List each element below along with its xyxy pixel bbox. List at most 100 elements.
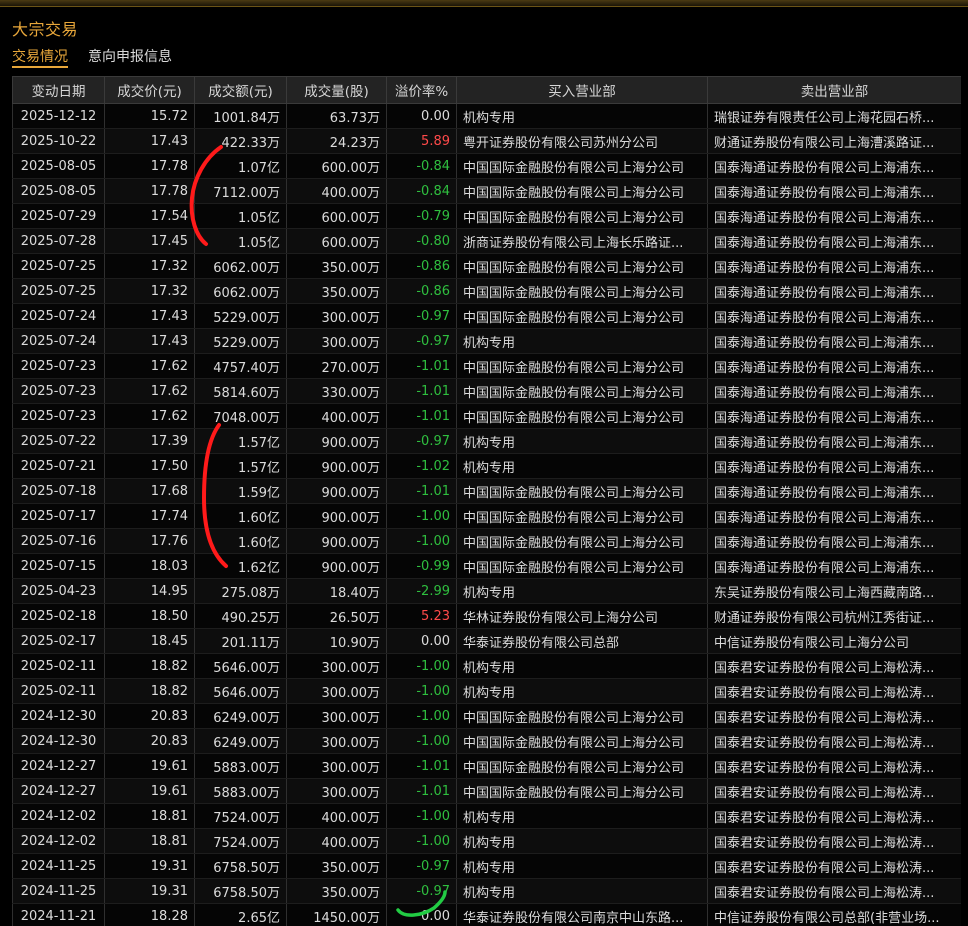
table-row[interactable]: 2024-11-25 19.31 6758.50万 350.00万 -0.97 机构专用国… [12,878,961,904]
cell-volume: 900.00万 [286,528,387,554]
tab-trade-status[interactable]: 交易情况 [12,46,68,68]
cell-buyer: 机构专用 [456,453,708,479]
cell-price: 18.82 [104,678,195,704]
cell-amount: 1.05亿 [194,203,287,229]
cell-volume: 350.00万 [286,278,387,304]
table-row[interactable]: 2024-12-02 18.81 7524.00万 400.00万 -1.00 机构专用国… [12,803,961,829]
cell-buyer: 浙商证券股份有限公司上海长乐路证... [456,228,708,254]
cell-buyer: 中国国际金融股份有限公司上海分公司 [456,353,708,379]
cell-premium: -0.86 [386,253,457,279]
table-row[interactable]: 2025-02-18 18.50 490.25万 26.50万 5.23 华林证券股份有限… [12,603,961,629]
cell-date: 2025-02-11 [12,653,105,679]
table-row[interactable]: 2024-12-27 19.61 5883.00万 300.00万 -1.01 中国国际金… [12,753,961,779]
cell-volume: 900.00万 [286,478,387,504]
cell-premium: -0.80 [386,228,457,254]
page-title: 大宗交易 [12,20,79,39]
cell-premium: -1.01 [386,403,457,429]
cell-price: 17.76 [104,528,195,554]
cell-price: 18.50 [104,603,195,629]
cell-seller: 国泰海通证券股份有限公司上海浦东... [707,203,961,229]
table-row[interactable]: 2025-07-24 17.43 5229.00万 300.00万 -0.97 中国国际金… [12,303,961,329]
cell-buyer: 中国国际金融股份有限公司上海分公司 [456,478,708,504]
table-row[interactable]: 2025-02-11 18.82 5646.00万 300.00万 -1.00 机构专用国… [12,678,961,704]
table-row[interactable]: 2025-07-16 17.76 1.60亿 900.00万 -1.00 中国国际金融股份… [12,528,961,554]
cell-date: 2025-07-29 [12,203,105,229]
table-row[interactable]: 2024-11-21 18.28 2.65亿 1450.00万 0.00 华泰证券股份有限… [12,903,961,926]
cell-date: 2024-12-02 [12,803,105,829]
cell-price: 17.32 [104,253,195,279]
cell-volume: 900.00万 [286,553,387,579]
table-row[interactable]: 2025-07-23 17.62 4757.40万 270.00万 -1.01 中国国际金… [12,353,961,379]
cell-date: 2024-12-02 [12,828,105,854]
table-row[interactable]: 2025-07-23 17.62 5814.60万 330.00万 -1.01 中国国际金… [12,378,961,404]
column-header-seller[interactable]: 卖出营业部 [707,76,961,104]
cell-buyer: 中国国际金融股份有限公司上海分公司 [456,553,708,579]
column-header-price[interactable]: 成交价(元) [104,76,195,104]
cell-amount: 490.25万 [194,603,287,629]
tab-intent-declaration[interactable]: 意向申报信息 [88,46,172,68]
cell-price: 20.83 [104,703,195,729]
table-row[interactable]: 2025-07-21 17.50 1.57亿 900.00万 -1.02 机构专用 国泰海通… [12,453,961,479]
cell-premium: 5.89 [386,128,457,154]
cell-volume: 350.00万 [286,878,387,904]
table-row[interactable]: 2025-07-15 18.03 1.62亿 900.00万 -0.99 中国国际金融股份… [12,553,961,579]
column-header-volume[interactable]: 成交量(股) [286,76,387,104]
cell-seller: 国泰海通证券股份有限公司上海浦东... [707,453,961,479]
column-header-amount[interactable]: 成交额(元) [194,76,287,104]
table-row[interactable]: 2025-10-22 17.43 422.33万 24.23万 5.89 粤开证券股份有限… [12,128,961,154]
table-row[interactable]: 2024-11-25 19.31 6758.50万 350.00万 -0.97 机构专用国… [12,853,961,879]
table-row[interactable]: 2025-07-25 17.32 6062.00万 350.00万 -0.86 中国国际金… [12,278,961,304]
cell-volume: 24.23万 [286,128,387,154]
cell-amount: 422.33万 [194,128,287,154]
cell-price: 19.61 [104,753,195,779]
table-row[interactable]: 2025-08-05 17.78 7112.00万 400.00万 -0.84 中国国际金… [12,178,961,204]
cell-buyer: 机构专用 [456,328,708,354]
column-header-premium[interactable]: 溢价率% [386,76,457,104]
cell-volume: 300.00万 [286,653,387,679]
cell-date: 2025-07-21 [12,453,105,479]
table-row[interactable]: 2025-07-17 17.74 1.60亿 900.00万 -1.00 中国国际金融股份… [12,503,961,529]
table-row[interactable]: 2024-12-30 20.83 6249.00万 300.00万 -1.00 中国国际金… [12,728,961,754]
cell-buyer: 粤开证券股份有限公司苏州分公司 [456,128,708,154]
cell-date: 2025-07-24 [12,303,105,329]
column-header-date[interactable]: 变动日期 [12,76,105,104]
cell-seller: 国泰海通证券股份有限公司上海浦东... [707,153,961,179]
table-row[interactable]: 2025-07-24 17.43 5229.00万 300.00万 -0.97 机构专用国… [12,328,961,354]
cell-price: 17.43 [104,303,195,329]
cell-amount: 5229.00万 [194,303,287,329]
table-row[interactable]: 2024-12-30 20.83 6249.00万 300.00万 -1.00 中国国际金… [12,703,961,729]
cell-amount: 6758.50万 [194,878,287,904]
cell-volume: 400.00万 [286,403,387,429]
table-row[interactable]: 2025-07-25 17.32 6062.00万 350.00万 -0.86 中国国际金… [12,253,961,279]
cell-price: 17.50 [104,453,195,479]
table-row[interactable]: 2025-07-23 17.62 7048.00万 400.00万 -1.01 中国国际金… [12,403,961,429]
block-trade-table-container[interactable]: 变动日期 成交价(元) 成交额(元) 成交量(股) 溢价率% 买入营业部 卖出营… [12,76,961,926]
table-row[interactable]: 2024-12-02 18.81 7524.00万 400.00万 -1.00 机构专用国… [12,828,961,854]
table-row[interactable]: 2025-07-22 17.39 1.57亿 900.00万 -0.97 机构专用 国泰海通… [12,428,961,454]
cell-volume: 26.50万 [286,603,387,629]
table-row[interactable]: 2025-07-29 17.54 1.05亿 600.00万 -0.79 中国国际金融股份… [12,203,961,229]
table-row[interactable]: 2025-12-12 15.72 1001.84万 63.73万 0.00 机构专用 瑞银证… [12,103,961,129]
cell-seller: 国泰君安证券股份有限公司上海松涛... [707,703,961,729]
block-trade-table: 变动日期 成交价(元) 成交额(元) 成交量(股) 溢价率% 买入营业部 卖出营… [12,76,961,926]
cell-seller: 国泰君安证券股份有限公司上海松涛... [707,753,961,779]
cell-date: 2024-12-30 [12,728,105,754]
table-row[interactable]: 2025-07-18 17.68 1.59亿 900.00万 -1.01 中国国际金融股份… [12,478,961,504]
table-row[interactable]: 2025-07-28 17.45 1.05亿 600.00万 -0.80 浙商证券股份有限… [12,228,961,254]
cell-price: 18.03 [104,553,195,579]
table-row[interactable]: 2025-08-05 17.78 1.07亿 600.00万 -0.84 中国国际金融股份… [12,153,961,179]
cell-seller: 国泰海通证券股份有限公司上海浦东... [707,328,961,354]
cell-seller: 中信证券股份有限公司总部(非营业场... [707,903,961,926]
column-header-buyer[interactable]: 买入营业部 [456,76,708,104]
table-row[interactable]: 2025-02-11 18.82 5646.00万 300.00万 -1.00 机构专用国… [12,653,961,679]
cell-amount: 275.08万 [194,578,287,604]
table-row[interactable]: 2024-12-27 19.61 5883.00万 300.00万 -1.01 中国国际金… [12,778,961,804]
table-row[interactable]: 2025-04-23 14.95 275.08万 18.40万 -2.99 机构专用 东吴证… [12,578,961,604]
cell-buyer: 中国国际金融股份有限公司上海分公司 [456,703,708,729]
cell-date: 2025-07-16 [12,528,105,554]
cell-seller: 财通证券股份有限公司上海漕溪路证... [707,128,961,154]
table-row[interactable]: 2025-02-17 18.45 201.11万 10.90万 0.00 华泰证券股份有限… [12,628,961,654]
cell-date: 2025-07-24 [12,328,105,354]
cell-volume: 350.00万 [286,853,387,879]
cell-price: 18.81 [104,803,195,829]
